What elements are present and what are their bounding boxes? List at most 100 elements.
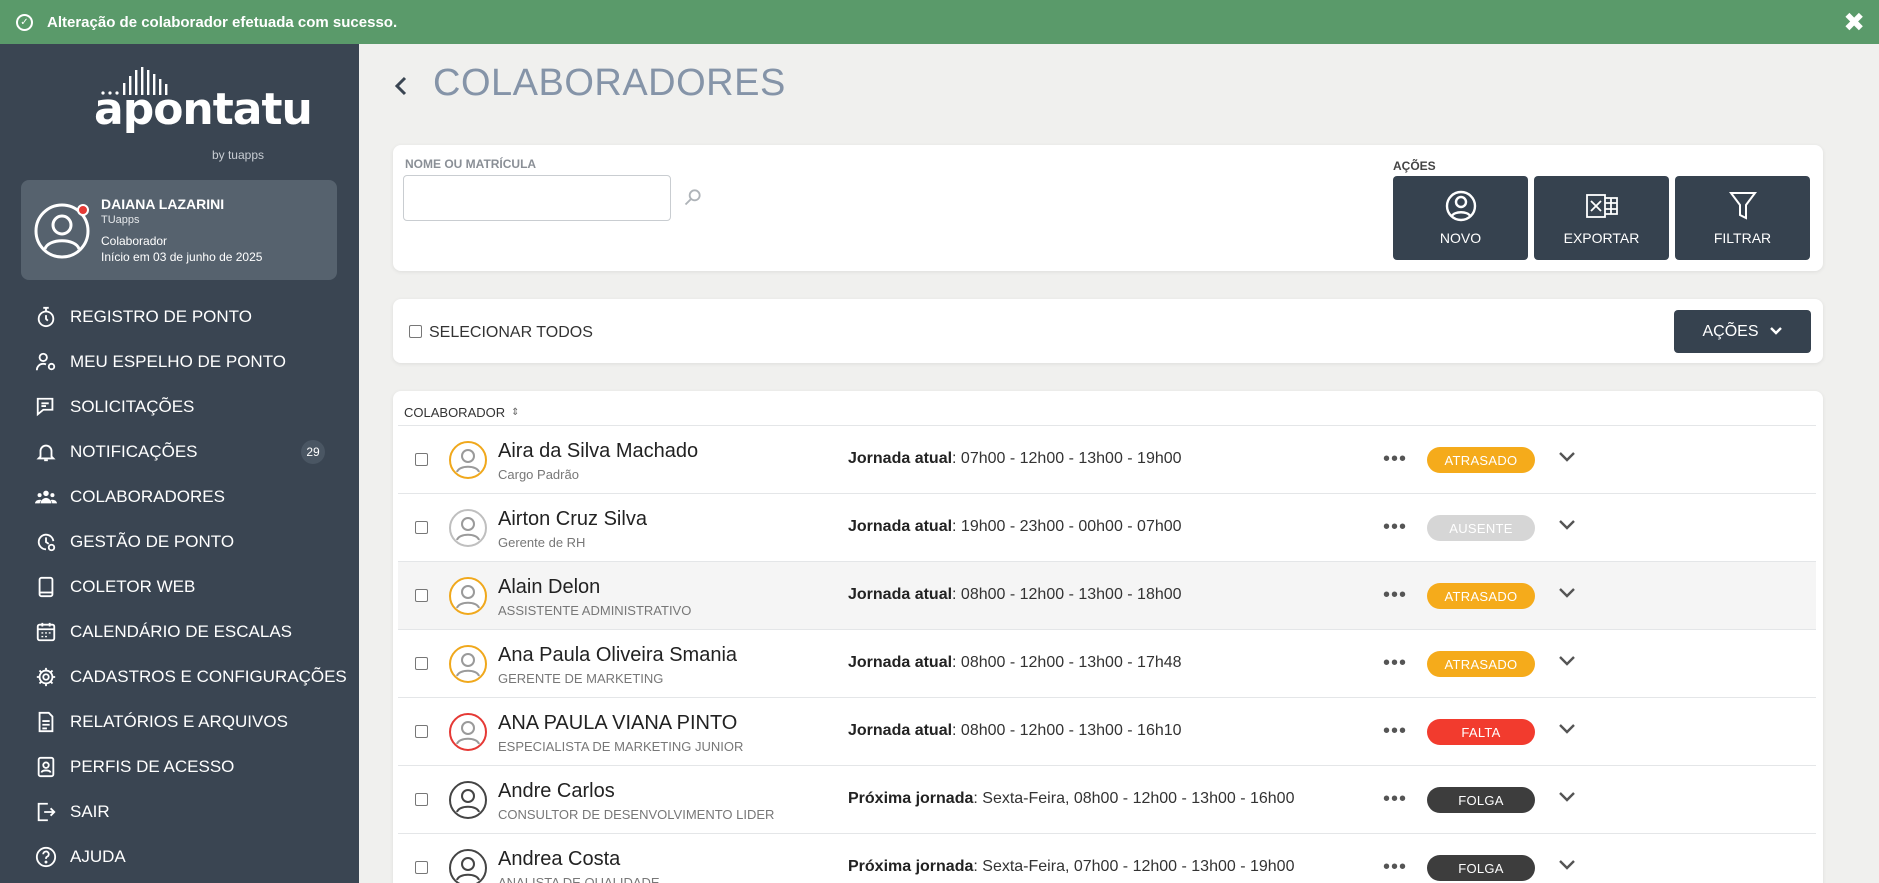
user-card[interactable]: DAIANA LAZARINI TUapps Colaborador Iníci… xyxy=(21,180,337,280)
user-avatar-icon xyxy=(449,441,487,479)
clock-gear-icon xyxy=(34,530,58,554)
help-icon xyxy=(34,845,58,869)
filter-button[interactable]: FILTRAR xyxy=(1675,176,1810,260)
collaborator-name[interactable]: Aira da Silva Machado xyxy=(498,440,698,463)
user-avatar-icon xyxy=(449,577,487,615)
user-avatar-icon xyxy=(449,849,487,883)
sidebar-item-relatorios-e-arquivos[interactable]: RELATÓRIOS E ARQUIVOS xyxy=(0,699,359,744)
logo-word: apontatu xyxy=(94,84,313,135)
journey-label: Próxima jornada xyxy=(848,790,974,807)
sidebar-item-calendario-de-escalas[interactable]: CALENDÁRIO DE ESCALAS xyxy=(0,609,359,654)
search-icon[interactable] xyxy=(683,187,703,207)
journey-hours: : Sexta-Feira, 07h00 - 12h00 - 13h00 - 1… xyxy=(973,858,1295,875)
select-all-checkbox[interactable] xyxy=(409,325,422,338)
collaborator-role: Gerente de RH xyxy=(498,535,586,550)
user-avatar-icon xyxy=(449,713,487,751)
table-row[interactable]: Andre Carlos CONSULTOR DE DESENVOLVIMENT… xyxy=(398,765,1816,833)
collaborator-name[interactable]: Andrea Costa xyxy=(498,848,620,871)
sidebar-item-sair[interactable]: SAIR xyxy=(0,789,359,834)
collaborator-role: GERENTE DE MARKETING xyxy=(498,671,664,686)
sidebar-item-label: CADASTROS E CONFIGURAÇÕES xyxy=(70,666,347,686)
chevron-down-icon[interactable] xyxy=(1556,446,1578,468)
sidebar-item-ajuda[interactable]: AJUDA xyxy=(0,834,359,879)
row-checkbox[interactable] xyxy=(415,453,428,466)
collaborator-role: ESPECIALISTA DE MARKETING JUNIOR xyxy=(498,739,744,754)
sort-icon[interactable]: ⇕ xyxy=(511,407,519,418)
table-row[interactable]: Andrea Costa ANALISTA DE QUALIDADE Próxi… xyxy=(398,833,1816,883)
back-chevron-icon[interactable] xyxy=(389,68,413,104)
status-badge: FALTA xyxy=(1427,719,1535,745)
sidebar-item-label: AJUDA xyxy=(70,846,126,866)
document-icon xyxy=(34,710,58,734)
chevron-down-icon[interactable] xyxy=(1556,854,1578,876)
more-options-icon[interactable]: ••• xyxy=(1383,720,1407,743)
new-button[interactable]: NOVO xyxy=(1393,176,1528,260)
main-content: COLABORADORES NOME OU MATRÍCULA AÇÕES NO… xyxy=(359,44,1879,883)
avatar xyxy=(33,202,91,260)
journey-label: Jornada atual xyxy=(848,722,953,739)
sidebar-item-cadastros-e-configuracoes[interactable]: CADASTROS E CONFIGURAÇÕES xyxy=(0,654,359,699)
export-button[interactable]: EXPORTAR xyxy=(1534,176,1669,260)
chevron-down-icon[interactable] xyxy=(1556,718,1578,740)
row-checkbox[interactable] xyxy=(415,725,428,738)
table-row[interactable]: Airton Cruz Silva Gerente de RH Jornada … xyxy=(398,493,1816,561)
table-row[interactable]: Ana Paula Oliveira Smania GERENTE DE MAR… xyxy=(398,629,1816,697)
sidebar-item-registro-de-ponto[interactable]: REGISTRO DE PONTO xyxy=(0,294,359,339)
table-row[interactable]: Alain Delon ASSISTENTE ADMINISTRATIVO Jo… xyxy=(398,561,1816,629)
collaborator-name[interactable]: Andre Carlos xyxy=(498,780,615,803)
bulk-actions-label: AÇÕES xyxy=(1702,322,1759,340)
table-row[interactable]: ANA PAULA VIANA PINTO ESPECIALISTA DE MA… xyxy=(398,697,1816,765)
sidebar-item-colaboradores[interactable]: COLABORADORES xyxy=(0,474,359,519)
user-name: DAIANA LAZARINI xyxy=(101,196,225,212)
sidebar-item-notificacoes[interactable]: NOTIFICAÇÕES 29 xyxy=(0,429,359,474)
notification-dot xyxy=(77,204,89,216)
check-circle-icon: ✓ xyxy=(16,13,33,31)
journey-label: Jornada atual xyxy=(848,450,953,467)
user-since: Início em 03 de junho de 2025 xyxy=(101,250,263,264)
sidebar-item-solicitacoes[interactable]: SOLICITAÇÕES xyxy=(0,384,359,429)
select-all-label[interactable]: SELECIONAR TODOS xyxy=(429,324,593,342)
sidebar-item-meu-espelho-de-ponto[interactable]: MEU ESPELHO DE PONTO xyxy=(0,339,359,384)
more-options-icon[interactable]: ••• xyxy=(1383,584,1407,607)
more-options-icon[interactable]: ••• xyxy=(1383,652,1407,675)
name-search-input[interactable] xyxy=(403,175,671,221)
row-checkbox[interactable] xyxy=(415,861,428,874)
collaborator-role: ANALISTA DE QUALIDADE xyxy=(498,875,660,883)
sidebar-item-coletor-web[interactable]: COLETOR WEB xyxy=(0,564,359,609)
sidebar-item-label: COLETOR WEB xyxy=(70,576,196,596)
row-checkbox[interactable] xyxy=(415,793,428,806)
collaborator-name[interactable]: Ana Paula Oliveira Smania xyxy=(498,644,737,667)
chevron-down-icon[interactable] xyxy=(1556,786,1578,808)
close-icon[interactable]: ✖ xyxy=(1843,8,1865,36)
bulk-actions-button[interactable]: AÇÕES xyxy=(1674,310,1811,353)
user-role: Colaborador xyxy=(101,234,168,248)
journey-label: Próxima jornada xyxy=(848,858,974,875)
more-options-icon[interactable]: ••• xyxy=(1383,856,1407,879)
more-options-icon[interactable]: ••• xyxy=(1383,788,1407,811)
collaborator-name[interactable]: Airton Cruz Silva xyxy=(498,508,647,531)
column-header-collaborator[interactable]: COLABORADOR ⇕ xyxy=(404,405,520,420)
more-options-icon[interactable]: ••• xyxy=(1383,516,1407,539)
collaborator-role: Cargo Padrão xyxy=(498,467,579,482)
sidebar-item-label: NOTIFICAÇÕES xyxy=(70,441,198,461)
status-badge: ATRASADO xyxy=(1427,583,1535,609)
row-checkbox[interactable] xyxy=(415,657,428,670)
sidebar-item-perfis-de-acesso[interactable]: PERFIS DE ACESSO xyxy=(0,744,359,789)
row-checkbox[interactable] xyxy=(415,521,428,534)
table-row[interactable]: Aira da Silva Machado Cargo Padrão Jorna… xyxy=(398,425,1816,493)
chevron-down-icon[interactable] xyxy=(1556,650,1578,672)
chevron-down-icon[interactable] xyxy=(1556,514,1578,536)
logo[interactable]: apontatu by tuapps xyxy=(94,64,313,162)
collaborator-name[interactable]: Alain Delon xyxy=(498,576,600,599)
row-checkbox[interactable] xyxy=(415,589,428,602)
sidebar: apontatu by tuapps DAIANA LAZARINI TUapp… xyxy=(0,44,359,883)
collaborator-role: CONSULTOR DE DESENVOLVIMENTO LIDER xyxy=(498,807,775,822)
collaborator-journey: Jornada atual: 08h00 - 12h00 - 13h00 - 1… xyxy=(848,654,1182,672)
journey-label: Jornada atual xyxy=(848,586,953,603)
more-options-icon[interactable]: ••• xyxy=(1383,448,1407,471)
filter-icon xyxy=(1728,192,1757,220)
journey-label: Jornada atual xyxy=(848,518,953,535)
sidebar-item-gestao-de-ponto[interactable]: GESTÃO DE PONTO xyxy=(0,519,359,564)
chevron-down-icon[interactable] xyxy=(1556,582,1578,604)
collaborator-name[interactable]: ANA PAULA VIANA PINTO xyxy=(498,712,737,735)
